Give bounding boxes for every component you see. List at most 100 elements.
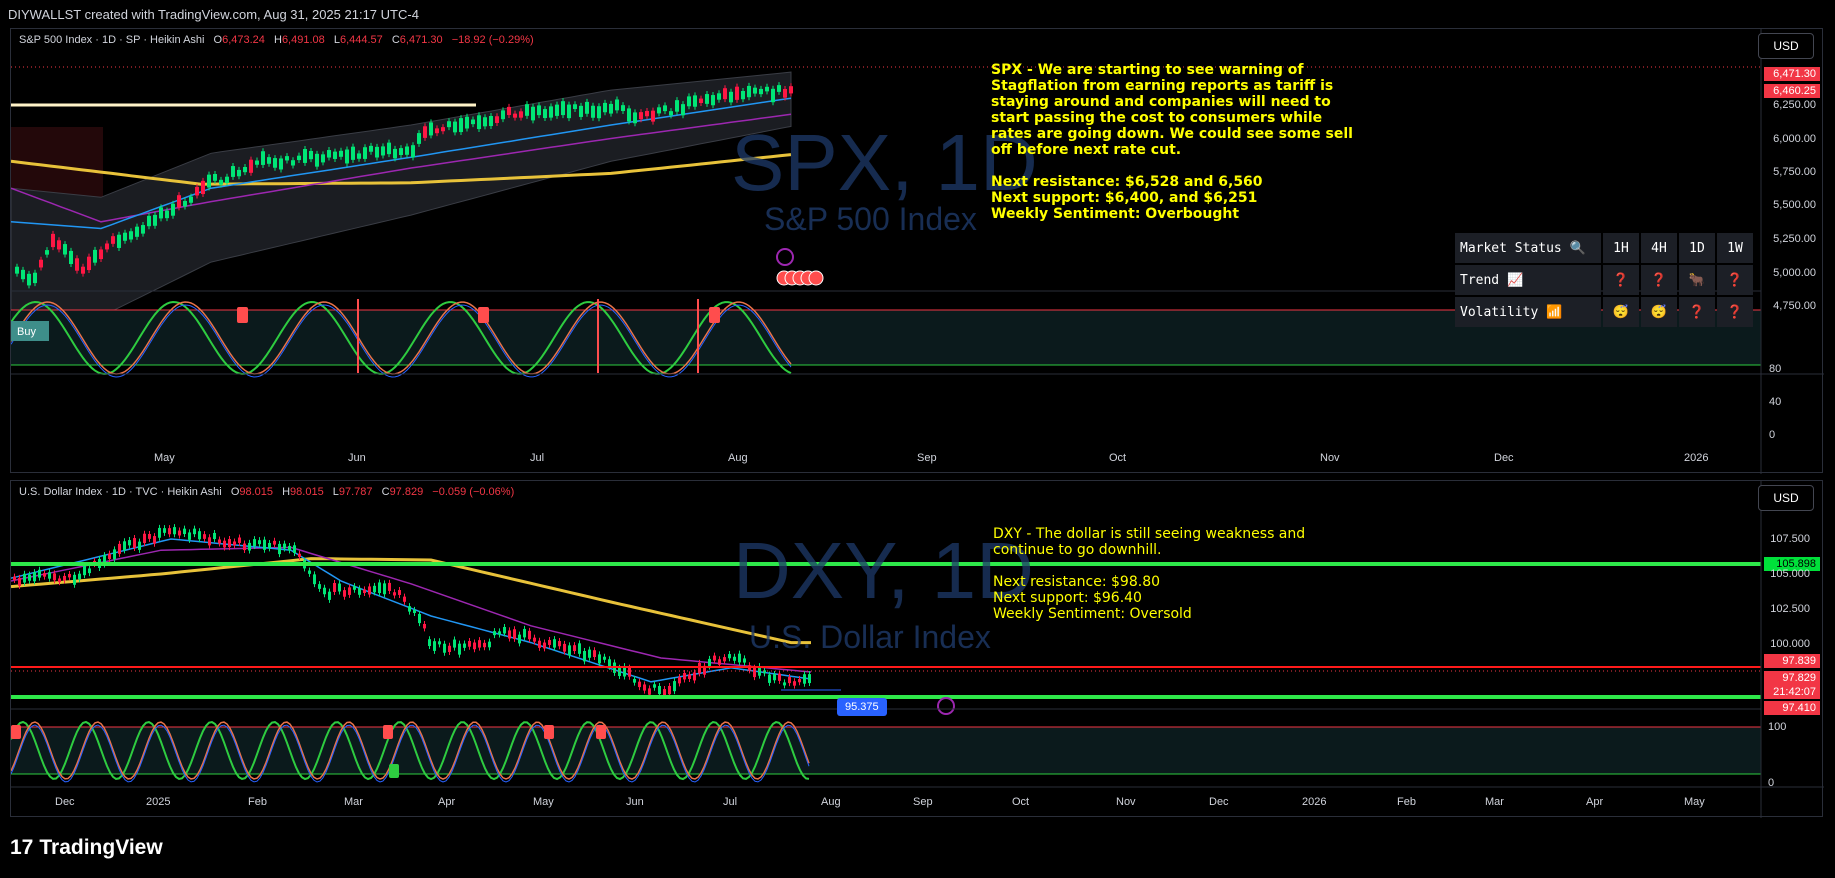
spx-low-value: 6,444.57	[339, 34, 383, 46]
spx-candle	[243, 167, 247, 173]
spx-candle	[639, 112, 643, 120]
dxy-candle	[698, 662, 701, 674]
trend-label: Trend 📈	[1455, 265, 1601, 295]
dxy-x-tick: 2026	[1302, 796, 1327, 808]
dxy-high-value: 98.015	[290, 486, 324, 498]
spx-candle	[513, 113, 517, 118]
spx-candle	[351, 146, 355, 160]
dxy-candle	[508, 630, 511, 639]
dxy-candle	[528, 630, 531, 640]
dxy-candle	[678, 676, 681, 684]
tradingview-footer[interactable]: 17 TradingView	[10, 836, 163, 860]
dxy-down-arrow-icon	[596, 725, 606, 739]
spx-candle	[423, 126, 427, 138]
spx-candle	[483, 117, 487, 127]
dxy-candle	[218, 539, 221, 544]
dxy-candle	[753, 667, 756, 678]
spx-currency-button[interactable]: USD	[1758, 33, 1814, 59]
spx-candle	[627, 108, 631, 122]
spx-price-tag: 6,471.30	[1764, 67, 1820, 81]
spx-candle	[279, 158, 283, 170]
spx-candle	[171, 203, 175, 216]
dxy-y-tick: 102.500	[1770, 603, 1810, 615]
spx-candle	[429, 122, 433, 136]
dxy-x-tick: May	[533, 796, 554, 808]
dxy-candle	[78, 573, 81, 580]
dxy-candle	[798, 679, 801, 683]
spx-candle	[537, 105, 541, 116]
dxy-currency-button[interactable]: USD	[1758, 485, 1814, 511]
spx-candle	[573, 104, 577, 110]
spx-candle	[75, 258, 79, 271]
dxy-osc-band	[11, 727, 1761, 774]
spx-candle	[777, 85, 781, 92]
dxy-candle	[428, 639, 431, 647]
dxy-candle	[388, 582, 391, 591]
dxy-candle	[23, 573, 26, 583]
spx-candle	[33, 272, 37, 284]
dxy-candle	[133, 538, 136, 548]
dxy-candle	[243, 543, 246, 551]
col-1h: 1H	[1603, 233, 1639, 263]
dxy-x-tick: Apr	[438, 796, 456, 808]
dxy-y-tick: 107.500	[1770, 533, 1810, 545]
dxy-candle	[663, 689, 666, 696]
spx-y-tick: 5,500.00	[1773, 199, 1816, 211]
spx-candle	[315, 153, 319, 167]
spx-candle	[699, 98, 703, 104]
dxy-candle	[258, 540, 261, 545]
dxy-candle	[213, 532, 216, 540]
spx-candle	[327, 150, 331, 158]
dxy-x-tick: Sep	[913, 796, 933, 808]
spx-candle	[687, 96, 691, 107]
tradingview-brand: TradingView	[39, 836, 163, 859]
spx-candle	[291, 160, 295, 166]
spx-candle	[645, 110, 649, 117]
dxy-candle	[363, 589, 366, 594]
spx-y-tick: 5,750.00	[1773, 166, 1816, 178]
spx-x-tick: Oct	[1109, 452, 1127, 464]
volatility-1w: ❓	[1717, 297, 1753, 327]
spx-candle	[21, 269, 25, 280]
spx-candle	[225, 176, 229, 184]
spx-candle	[81, 266, 85, 274]
spx-candle	[759, 88, 763, 95]
dxy-candle	[643, 684, 646, 691]
dxy-candle	[483, 642, 486, 648]
dxy-candle	[238, 537, 241, 543]
spx-candle	[435, 128, 439, 134]
spx-candle	[141, 225, 145, 234]
dxy-candle	[723, 657, 726, 662]
dxy-candle	[198, 531, 201, 540]
dxy-candle	[18, 577, 21, 586]
spx-candle	[237, 169, 241, 177]
spx-candle	[261, 151, 265, 165]
spx-candle	[357, 153, 361, 159]
dxy-candle	[578, 643, 581, 654]
dxy-candle	[88, 568, 91, 574]
dxy-x-tick: Feb	[1397, 796, 1416, 808]
dxy-candle	[268, 542, 271, 549]
dxy-candle	[503, 626, 506, 634]
volatility-1d: ❓	[1679, 297, 1715, 327]
dxy-candle	[548, 639, 551, 645]
spx-y-tick: 5,000.00	[1773, 267, 1816, 279]
spx-candle	[453, 121, 457, 133]
spx-candle	[417, 133, 421, 144]
dxy-candle	[648, 688, 651, 695]
dxy-candle	[298, 553, 301, 557]
dxy-down-arrow-icon	[544, 725, 554, 739]
spx-down-arrow-icon	[709, 307, 720, 323]
dxy-candle	[593, 650, 596, 658]
dxy-open-value: 98.015	[239, 486, 274, 498]
dxy-x-tick: Jul	[723, 796, 738, 808]
dxy-change-value: −0.059 (−0.06%)	[432, 486, 515, 498]
dxy-x-tick: Aug	[821, 796, 841, 808]
volatility-label: Volatility 📶	[1455, 297, 1601, 327]
spx-candle	[669, 111, 673, 116]
dxy-candle	[58, 578, 61, 583]
dxy-candle	[323, 587, 326, 595]
market-status-title: Market Status 🔍	[1455, 233, 1601, 263]
spx-candle	[501, 110, 505, 120]
dxy-chart-panel[interactable]: U.S. Dollar Index · 1D · TVC · Heikin As…	[10, 480, 1824, 818]
